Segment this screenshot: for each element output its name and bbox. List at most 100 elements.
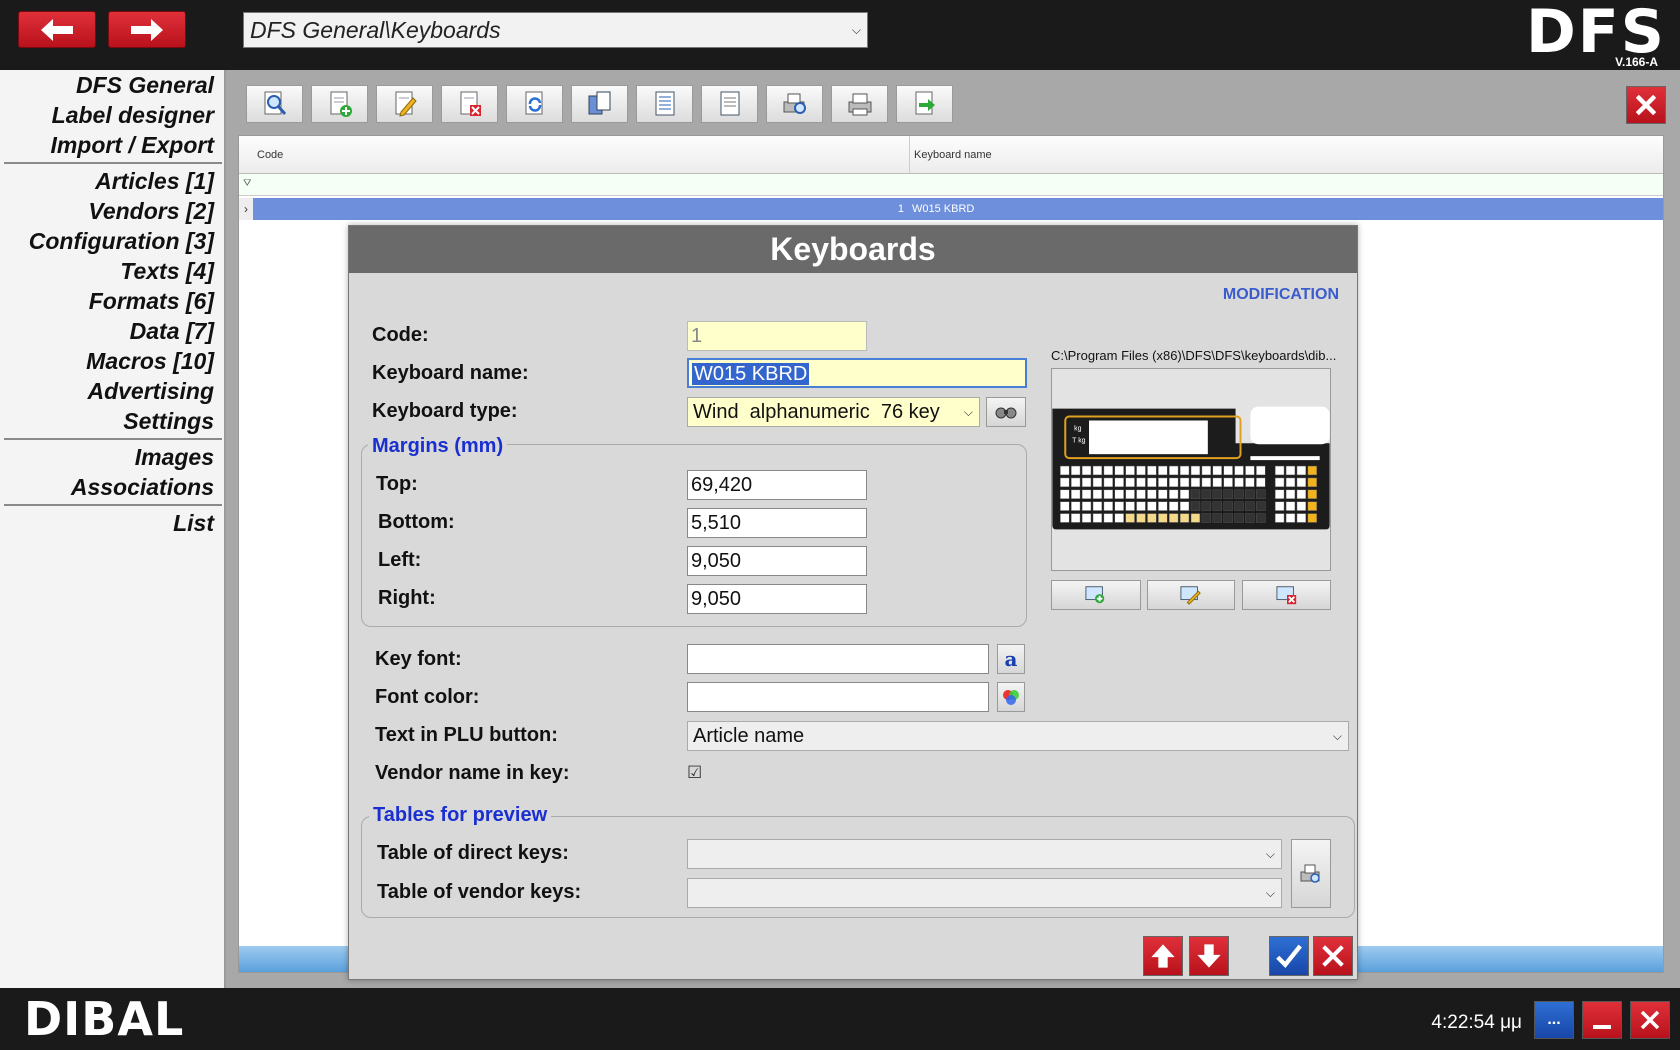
bottom-margin-field[interactable]: 5,510 [687, 508, 867, 538]
add-image-icon [1085, 586, 1105, 604]
keyboard-key [1158, 489, 1168, 499]
close-button[interactable] [1626, 86, 1666, 124]
keyboard-image-preview: kg T kg [1051, 368, 1331, 571]
column-header-code[interactable]: Code [257, 149, 283, 161]
margins-title: Margins (mm) [368, 435, 508, 458]
bottom-bar: DIBAL 4:22:54 μμ ... [0, 988, 1680, 1050]
delete-image-button[interactable] [1242, 580, 1331, 610]
preview-tables-button[interactable] [1291, 839, 1331, 908]
keyboard-key [1190, 465, 1201, 476]
keyboard-key [1125, 465, 1135, 476]
sidebar-item-configuration[interactable]: Configuration [3] [29, 228, 214, 255]
keyboard-type-dropdown[interactable]: Wind alphanumeric 76 key ⌵ [687, 397, 980, 427]
font-color-button[interactable] [997, 682, 1025, 712]
keyboard-name-field[interactable]: W015 KBRD [687, 358, 1027, 388]
font-color-field[interactable] [687, 682, 989, 712]
keyboard-key [1223, 465, 1233, 476]
edit-button[interactable] [376, 85, 433, 123]
left-margin-field[interactable]: 9,050 [687, 546, 867, 576]
path-dropdown[interactable]: DFS General\Keyboards ⌵ [243, 12, 868, 48]
column-divider [909, 136, 910, 174]
sidebar-item-formats[interactable]: Formats [6] [89, 288, 214, 315]
column-header-keyboard-name[interactable]: Keyboard name [914, 149, 992, 161]
delete-button[interactable] [441, 85, 498, 123]
sidebar-item-images[interactable]: Images [135, 444, 214, 471]
delete-icon [460, 91, 481, 116]
keyboard-key [1070, 465, 1081, 476]
accept-button[interactable] [1269, 936, 1309, 976]
back-button[interactable] [18, 11, 96, 48]
sidebar-item-macros[interactable]: Macros [10] [86, 348, 214, 375]
print-preview-button[interactable] [766, 85, 823, 123]
arrow-left-icon [41, 18, 73, 41]
keyboard-key [1285, 513, 1296, 523]
sidebar-item-data[interactable]: Data [7] [130, 318, 214, 345]
vendor-name-checkbox[interactable]: ☑ [687, 763, 702, 783]
list-button[interactable] [636, 85, 693, 123]
minimize-button[interactable] [1582, 1001, 1622, 1039]
sidebar-item-vendors[interactable]: Vendors [2] [88, 198, 214, 225]
keyboard-key [1201, 513, 1212, 523]
sidebar-item-advertising[interactable]: Advertising [87, 378, 214, 405]
keyboard-key [1103, 513, 1114, 523]
sidebar-item-dfs-general[interactable]: DFS General [76, 72, 214, 99]
keyboard-key [1201, 465, 1212, 476]
keyboard-key [1114, 501, 1124, 511]
keyboard-key [1158, 513, 1168, 523]
refresh-button[interactable] [506, 85, 563, 123]
document-button[interactable] [701, 85, 758, 123]
sidebar-item-articles[interactable]: Articles [1] [95, 168, 214, 195]
mode-label: MODIFICATION [1222, 286, 1339, 303]
new-record-button[interactable] [311, 85, 368, 123]
sidebar-item-list[interactable]: List [173, 510, 214, 537]
keyboard-key [1212, 465, 1222, 476]
clock: 4:22:54 μμ [1431, 1012, 1522, 1033]
keyboard-key [1092, 477, 1103, 488]
exit-button[interactable] [1630, 1001, 1670, 1039]
keyboard-key [1234, 465, 1244, 476]
move-down-button[interactable] [1189, 936, 1229, 976]
forward-button[interactable] [108, 11, 186, 48]
keyboard-key [1274, 501, 1285, 511]
keyboard-key [1296, 513, 1307, 523]
vendor-keys-dropdown[interactable]: ⌵ [687, 878, 1282, 908]
row-code-cell: 1 [897, 203, 904, 215]
sidebar-item-settings[interactable]: Settings [123, 408, 214, 435]
keyboard-key [1081, 513, 1092, 523]
row-name-cell: W015 KBRD [912, 203, 975, 215]
keyboard-key [1168, 489, 1179, 499]
export-button[interactable] [896, 85, 953, 123]
search-button[interactable] [246, 85, 303, 123]
direct-keys-dropdown[interactable]: ⌵ [687, 839, 1282, 869]
key-font-field[interactable] [687, 644, 989, 674]
table-row[interactable]: › 1 W015 KBRD [239, 198, 1663, 220]
keyboard-key [1168, 501, 1179, 511]
copy-button[interactable] [571, 85, 628, 123]
keyboard-key [1147, 465, 1157, 476]
add-image-button[interactable] [1051, 580, 1141, 610]
cancel-button[interactable] [1313, 936, 1353, 976]
right-margin-field[interactable]: 9,050 [687, 584, 867, 614]
keyboard-key [1136, 477, 1146, 488]
keyboard-key [1092, 465, 1103, 476]
sidebar-divider [4, 438, 222, 440]
plu-text-dropdown[interactable]: Article name ⌵ [687, 721, 1349, 751]
direct-keys-label: Table of direct keys: [377, 842, 569, 864]
sidebar-item-texts[interactable]: Texts [4] [120, 258, 214, 285]
menu-button[interactable]: ... [1534, 1001, 1574, 1039]
keyboard-key [1212, 501, 1222, 511]
sidebar-item-import-export[interactable]: Import / Export [50, 132, 214, 159]
keyboard-key [1296, 501, 1307, 511]
filter-row[interactable]: ⛛ [239, 174, 1663, 196]
top-margin-field[interactable]: 69,420 [687, 470, 867, 500]
key-font-button[interactable]: a [997, 644, 1025, 674]
keyboard-type-view-button[interactable] [986, 397, 1026, 427]
plu-text-label: Text in PLU button: [375, 724, 558, 746]
key-font-label: Key font: [375, 648, 462, 670]
document-icon [720, 91, 739, 116]
sidebar-item-label-designer[interactable]: Label designer [52, 102, 214, 129]
print-button[interactable] [831, 85, 888, 123]
move-up-button[interactable] [1143, 936, 1183, 976]
edit-image-button[interactable] [1147, 580, 1235, 610]
sidebar-item-associations[interactable]: Associations [71, 474, 214, 501]
